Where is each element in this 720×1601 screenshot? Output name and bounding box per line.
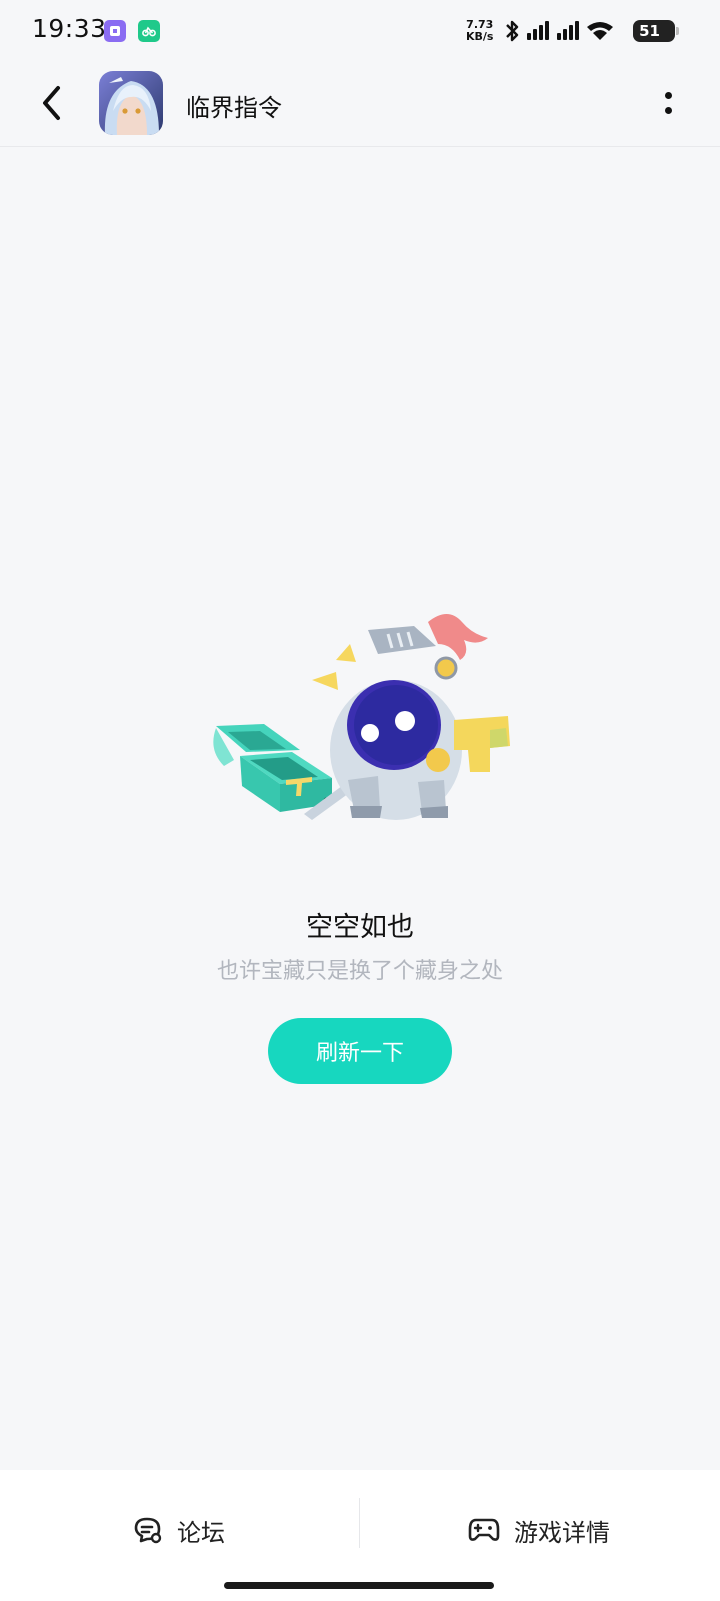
tab-forum[interactable]: 论坛 — [133, 1504, 225, 1556]
tab-game-details[interactable]: 游戏详情 — [468, 1504, 610, 1556]
wifi-icon — [587, 22, 613, 40]
empty-state-title: 空空如也 — [306, 912, 414, 943]
notification-app-icon — [104, 20, 126, 42]
forum-icon — [134, 1517, 162, 1544]
system-status-icons — [506, 20, 613, 42]
gamepad-icon — [468, 1518, 500, 1541]
empty-state-subtitle: 也许宝藏只是换了个藏身之处 — [216, 959, 503, 984]
battery-nub — [676, 27, 679, 35]
network-speed: 7.73 KB/s — [466, 19, 493, 43]
refresh-button[interactable]: 刷新一下 — [268, 1018, 452, 1084]
more-vertical-icon — [665, 92, 672, 99]
more-vertical-icon-dot — [665, 107, 672, 114]
bluetooth-icon — [506, 20, 519, 42]
home-indicator[interactable] — [224, 1582, 494, 1589]
network-speed-unit: KB/s — [466, 30, 494, 43]
top-app-bar: 临界指令 — [0, 62, 720, 147]
empty-state-illustration — [213, 614, 510, 820]
more-options-button[interactable] — [648, 82, 688, 126]
bottom-nav-divider — [359, 1498, 360, 1548]
tab-game-details-label: 游戏详情 — [514, 1518, 610, 1547]
bike-app-icon — [138, 20, 160, 42]
signal-icon — [527, 21, 549, 40]
status-bar: 19:33 7.73 KB/s 51 — [0, 0, 720, 62]
page-title: 临界指令 — [186, 94, 282, 122]
chevron-left-icon — [43, 86, 60, 120]
knight-illustration — [312, 614, 510, 820]
back-button[interactable] — [28, 80, 74, 126]
signal-icon — [557, 21, 579, 40]
status-time: 19:33 — [32, 14, 107, 43]
battery-level: 51 — [639, 22, 660, 40]
tab-forum-label: 论坛 — [177, 1518, 225, 1547]
treasure-chest-illustration — [213, 724, 332, 812]
game-avatar[interactable] — [99, 71, 163, 135]
battery-icon: 51 — [633, 20, 675, 42]
game-avatar-image — [99, 71, 163, 135]
